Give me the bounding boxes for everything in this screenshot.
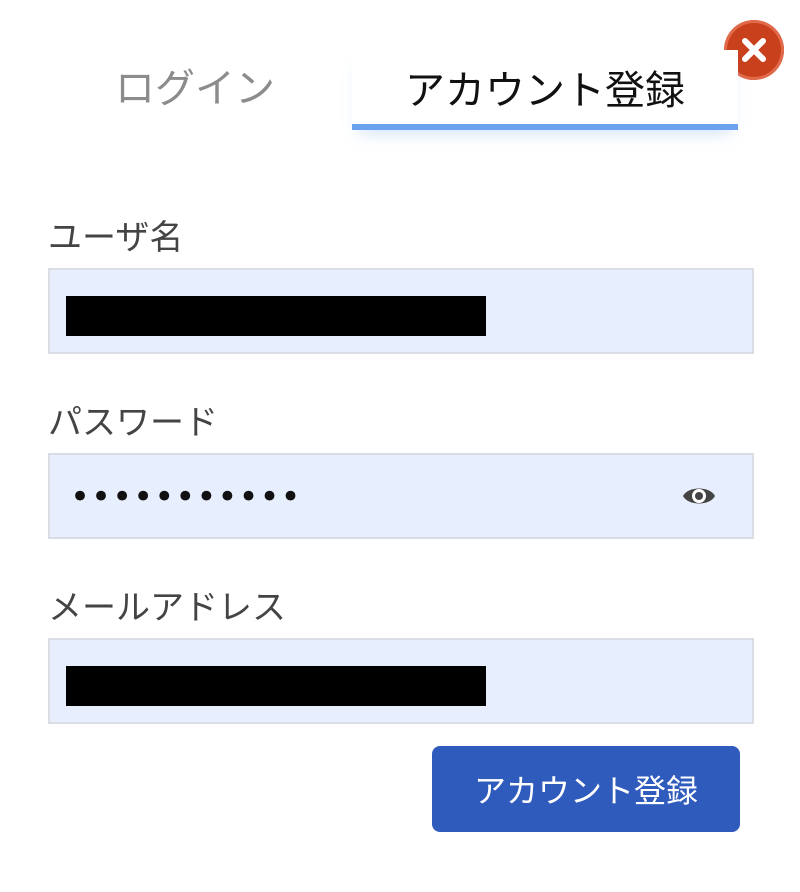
- username-label: ユーザ名: [48, 218, 184, 258]
- redacted-value: [66, 296, 486, 336]
- redacted-value: [66, 666, 486, 706]
- registration-modal: ログイン アカウント登録 ユーザ名 パスワード ••••••••••• メールア…: [0, 0, 800, 892]
- register-submit-button[interactable]: アカウント登録: [432, 746, 740, 832]
- eye-icon[interactable]: [682, 483, 716, 509]
- username-input[interactable]: [48, 268, 754, 354]
- tab-register[interactable]: アカウント登録: [352, 50, 738, 130]
- close-icon: [742, 38, 766, 62]
- password-masked-value: •••••••••••: [70, 477, 302, 517]
- email-input[interactable]: [48, 638, 754, 724]
- password-label: パスワード: [48, 403, 218, 443]
- password-input[interactable]: •••••••••••: [48, 453, 754, 539]
- email-label: メールアドレス: [48, 588, 286, 628]
- tab-login[interactable]: ログイン: [60, 50, 330, 120]
